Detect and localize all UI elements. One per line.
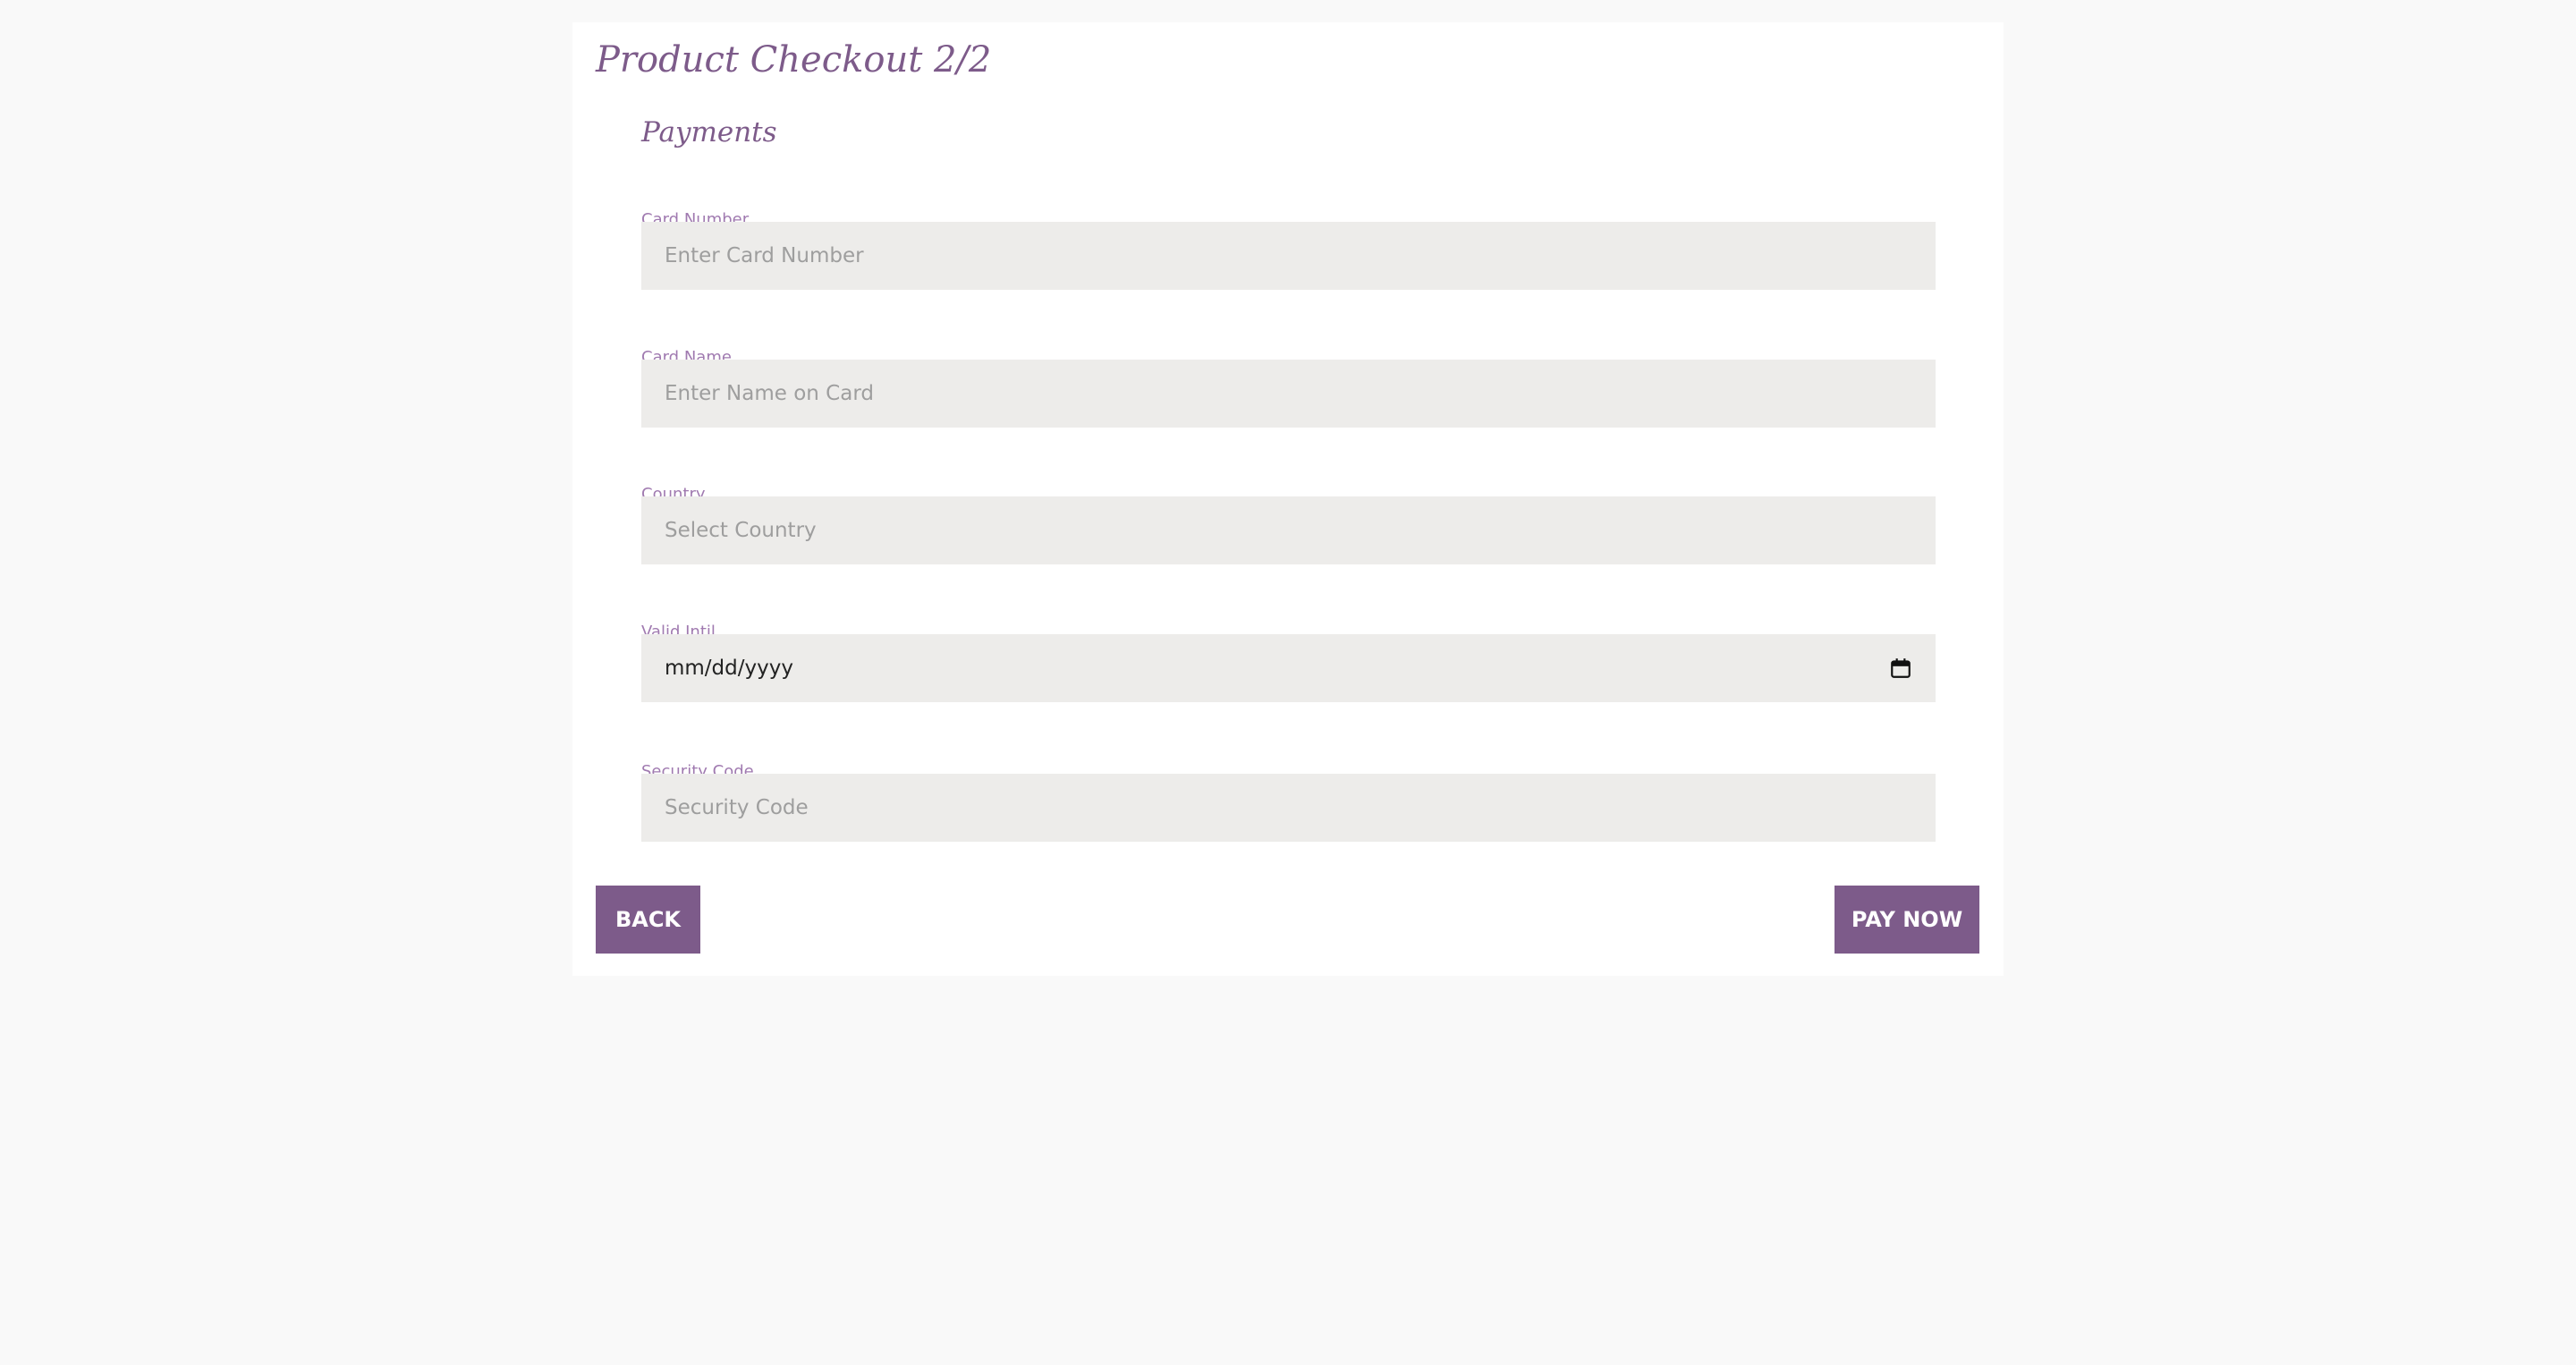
card-number-input[interactable]: Enter Card Number: [641, 222, 1936, 290]
valid-until-date-input[interactable]: mm/dd/yyyy: [641, 634, 1936, 702]
valid-until-value: mm/dd/yyyy: [665, 657, 793, 680]
back-button[interactable]: BACK: [596, 886, 700, 954]
card-number-placeholder: Enter Card Number: [665, 244, 864, 267]
country-select[interactable]: Select Country: [641, 496, 1936, 564]
calendar-icon[interactable]: [1889, 657, 1912, 680]
page-title: Product Checkout 2/2: [596, 39, 992, 81]
security-code-placeholder: Security Code: [665, 796, 809, 819]
card-name-input[interactable]: Enter Name on Card: [641, 360, 1936, 428]
security-code-input[interactable]: Security Code: [641, 774, 1936, 842]
checkout-card: Product Checkout 2/2 Payments Card Numbe…: [572, 22, 2004, 976]
country-placeholder: Select Country: [665, 519, 817, 542]
section-title-payments: Payments: [641, 116, 777, 148]
pay-now-button[interactable]: PAY NOW: [1835, 886, 1979, 954]
card-name-placeholder: Enter Name on Card: [665, 382, 874, 405]
